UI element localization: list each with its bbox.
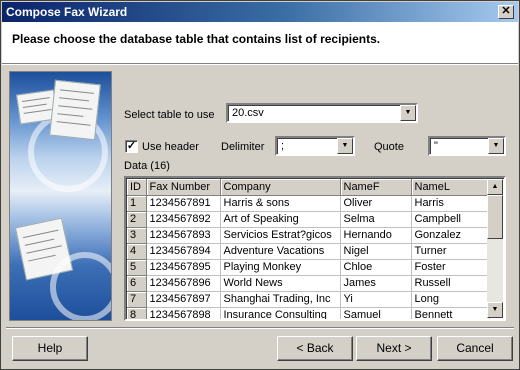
table-row[interactable]: 5 1234567895 Playing Monkey Chloe Foster bbox=[127, 259, 490, 276]
namel-cell: Foster bbox=[411, 259, 490, 276]
namef-cell: Selma bbox=[340, 211, 412, 228]
next-button[interactable]: Next > bbox=[356, 336, 432, 361]
fax-number-cell: 1234567898 bbox=[146, 307, 221, 319]
namef-cell: Nigel bbox=[340, 243, 412, 260]
table-row[interactable]: 7 1234567897 Shanghai Trading, Inc Yi Lo… bbox=[127, 291, 490, 308]
window-title: Compose Fax Wizard bbox=[6, 5, 128, 19]
company-cell: Insurance Consulting bbox=[220, 307, 341, 319]
row-id-cell: 8 bbox=[127, 307, 147, 319]
column-header-id[interactable]: ID bbox=[127, 179, 147, 196]
close-icon[interactable]: ✕ bbox=[498, 5, 514, 19]
cancel-button[interactable]: Cancel bbox=[437, 336, 513, 361]
fax-number-cell: 1234567893 bbox=[146, 227, 221, 244]
company-cell: Art of Speaking bbox=[220, 211, 341, 228]
column-header-company[interactable]: Company bbox=[220, 179, 341, 196]
banner-paper bbox=[49, 79, 101, 141]
company-cell: Shanghai Trading, Inc bbox=[220, 291, 341, 308]
footer-divider bbox=[6, 327, 514, 329]
namel-cell: Turner bbox=[411, 243, 490, 260]
select-table-value: 20.csv bbox=[232, 107, 264, 119]
select-table-label: Select table to use bbox=[124, 109, 215, 121]
row-id-cell: 2 bbox=[127, 211, 147, 228]
fax-number-cell: 1234567895 bbox=[146, 259, 221, 276]
row-id-cell: 1 bbox=[127, 195, 147, 212]
delimiter-combo[interactable]: ; ▼ bbox=[275, 136, 355, 156]
namel-cell: Long bbox=[411, 291, 490, 308]
namel-cell: Harris bbox=[411, 195, 490, 212]
table-row[interactable]: 8 1234567898 Insurance Consulting Samuel… bbox=[127, 307, 490, 319]
table-row[interactable]: 1 1234567891 Harris & sons Oliver Harris bbox=[127, 195, 490, 212]
select-table-combo[interactable]: 20.csv ▼ bbox=[226, 103, 418, 123]
banner-ring bbox=[50, 252, 111, 320]
scrollbar-thumb[interactable] bbox=[487, 195, 503, 239]
namef-cell: Yi bbox=[340, 291, 412, 308]
vertical-scrollbar[interactable]: ▲ ▼ bbox=[487, 179, 503, 318]
delimiter-value: ; bbox=[281, 140, 285, 152]
chevron-down-icon[interactable]: ▼ bbox=[488, 138, 504, 154]
fax-number-cell: 1234567896 bbox=[146, 275, 221, 292]
row-id-cell: 3 bbox=[127, 227, 147, 244]
row-id-cell: 6 bbox=[127, 275, 147, 292]
table-row[interactable]: 2 1234567892 Art of Speaking Selma Campb… bbox=[127, 211, 490, 228]
namef-cell: Samuel bbox=[340, 307, 412, 319]
scroll-down-icon[interactable]: ▼ bbox=[487, 302, 503, 318]
fax-number-cell: 1234567891 bbox=[146, 195, 221, 212]
quote-label: Quote bbox=[374, 141, 404, 153]
namel-cell: Gonzalez bbox=[411, 227, 490, 244]
back-button[interactable]: < Back bbox=[277, 336, 353, 361]
title-bar: Compose Fax Wizard ✕ bbox=[2, 2, 518, 22]
data-count-label: Data (16) bbox=[124, 160, 170, 172]
delimiter-label: Delimiter bbox=[221, 141, 265, 153]
row-id-cell: 4 bbox=[127, 243, 147, 260]
use-header-checkbox[interactable]: ✓ bbox=[125, 140, 138, 153]
wizard-banner-image bbox=[9, 71, 112, 321]
company-cell: Playing Monkey bbox=[220, 259, 341, 276]
table-row[interactable]: 4 1234567894 Adventure Vacations Nigel T… bbox=[127, 243, 490, 260]
column-header-namef[interactable]: NameF bbox=[340, 179, 412, 196]
column-header-fax-number[interactable]: Fax Number bbox=[146, 179, 221, 196]
column-header-namel[interactable]: NameL bbox=[411, 179, 490, 196]
data-grid[interactable]: ID Fax Number Company NameF NameL 1 1234… bbox=[124, 176, 506, 321]
namel-cell: Russell bbox=[411, 275, 490, 292]
chevron-down-icon[interactable]: ▼ bbox=[337, 138, 353, 154]
company-cell: World News bbox=[220, 275, 341, 292]
use-header-label: Use header bbox=[142, 141, 199, 153]
header-divider bbox=[2, 64, 518, 65]
wizard-header: Please choose the database table that co… bbox=[2, 22, 518, 64]
row-id-cell: 7 bbox=[127, 291, 147, 308]
scroll-up-icon[interactable]: ▲ bbox=[487, 179, 503, 195]
namel-cell: Campbell bbox=[411, 211, 490, 228]
fax-number-cell: 1234567892 bbox=[146, 211, 221, 228]
quote-value: " bbox=[434, 140, 438, 152]
company-cell: Servicios Estrat?gicos bbox=[220, 227, 341, 244]
help-button[interactable]: Help bbox=[12, 336, 88, 361]
table-header-row: ID Fax Number Company NameF NameL bbox=[127, 179, 490, 196]
page-heading: Please choose the database table that co… bbox=[12, 32, 381, 46]
company-cell: Harris & sons bbox=[220, 195, 341, 212]
chevron-down-icon[interactable]: ▼ bbox=[400, 105, 416, 121]
table-row[interactable]: 3 1234567893 Servicios Estrat?gicos Hern… bbox=[127, 227, 490, 244]
namef-cell: James bbox=[340, 275, 412, 292]
namel-cell: Bennett bbox=[411, 307, 490, 319]
fax-number-cell: 1234567894 bbox=[146, 243, 221, 260]
namef-cell: Chloe bbox=[340, 259, 412, 276]
data-table: ID Fax Number Company NameF NameL 1 1234… bbox=[127, 179, 490, 319]
namef-cell: Oliver bbox=[340, 195, 412, 212]
row-id-cell: 5 bbox=[127, 259, 147, 276]
table-row[interactable]: 6 1234567896 World News James Russell bbox=[127, 275, 490, 292]
quote-combo[interactable]: " ▼ bbox=[428, 136, 506, 156]
fax-number-cell: 1234567897 bbox=[146, 291, 221, 308]
namef-cell: Hernando bbox=[340, 227, 412, 244]
company-cell: Adventure Vacations bbox=[220, 243, 341, 260]
compose-fax-wizard-window: Compose Fax Wizard ✕ Please choose the d… bbox=[0, 0, 520, 370]
